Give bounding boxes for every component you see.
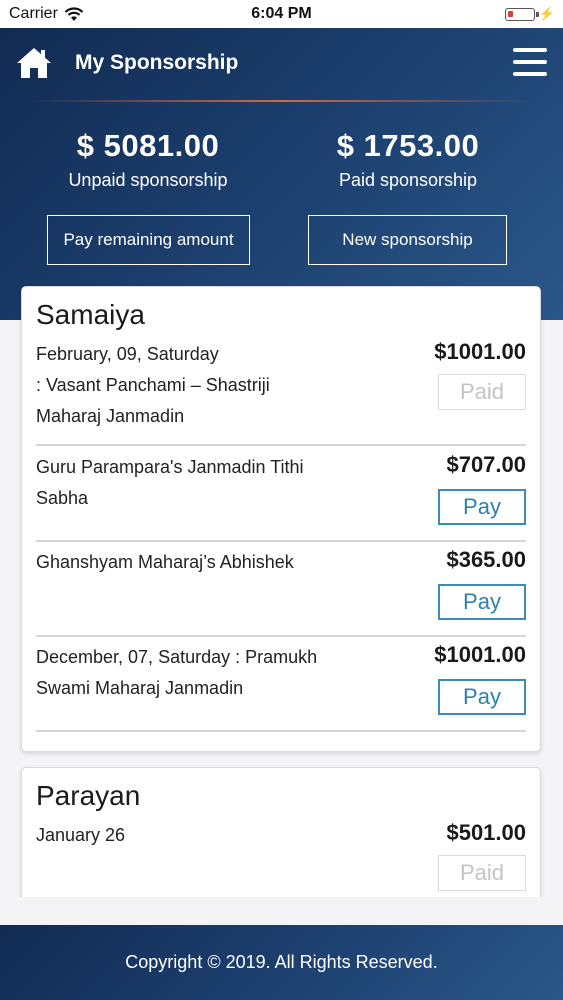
paid-button: Paid [438,374,526,410]
copyright-text: Copyright © 2019. All Rights Reserved. [125,952,438,972]
status-right: ⚡ [504,6,555,22]
item-description: Ghanshyam Maharaj’s Abhishek [36,547,346,578]
charging-icon: ⚡ [538,6,555,21]
item-description-text: February, 09, Saturday : Vasant Panchami… [36,344,270,426]
unpaid-summary: $ 5081.00 Unpaid sponsorship [18,128,278,191]
row-divider [36,444,526,446]
hamburger-menu-icon[interactable] [513,48,547,76]
item-description-text: December, 07, Saturday : Pramukh Swami M… [36,647,318,698]
item-description: February, 09, Saturday : Vasant Panchami… [36,339,346,432]
item-description: January 26 [36,820,346,851]
status-bar: Carrier 6:04 PM ⚡ [0,0,563,28]
list-item: Ghanshyam Maharaj’s Abhishek $365.00 Pay [36,547,526,627]
pay-button[interactable]: Pay [438,584,526,620]
paid-button: Paid [438,855,526,891]
paid-amount: $ 1753.00 [336,128,480,163]
row-divider [36,635,526,637]
item-description-text: Ghanshyam Maharaj’s Abhishek [36,552,294,572]
pay-button[interactable]: Pay [438,489,526,525]
nav-bar: My Sponsorship [0,28,563,100]
section-title: Parayan [36,780,141,811]
section-title: Samaiya [36,299,145,330]
section-card-samaiya: Samaiya February, 09, Saturday : Vasant … [21,286,541,752]
item-description-text: January 26 [36,825,126,845]
row-divider [36,540,526,542]
item-amount: $707.00 [446,452,526,477]
item-description-text: Guru Parampara's Janmadin Tithi Sabha [36,457,304,508]
item-amount: $1001.00 [434,339,526,364]
new-sponsorship-button[interactable]: New sponsorship [308,215,507,265]
list-item: Guru Parampara's Janmadin Tithi Sabha $7… [36,452,526,532]
paid-label: Paid sponsorship [338,170,478,190]
header-divider [30,100,533,102]
list-item: February, 09, Saturday : Vasant Panchami… [36,339,526,439]
pay-remaining-button[interactable]: Pay remaining amount [47,215,250,265]
footer: Copyright © 2019. All Rights Reserved. [0,925,563,1000]
status-time: 6:04 PM [251,5,312,22]
item-description: Guru Parampara's Janmadin Tithi Sabha [36,452,346,514]
content-bottom-area [0,897,563,925]
paid-summary: $ 1753.00 Paid sponsorship [278,128,538,191]
item-amount: $1001.00 [434,642,526,667]
battery-icon [504,7,539,21]
header-panel: My Sponsorship $ 5081.00 Unpaid sponsors… [0,28,563,320]
item-amount: $365.00 [446,547,526,572]
unpaid-amount: $ 5081.00 [76,128,220,163]
unpaid-label: Unpaid sponsorship [68,170,228,190]
row-divider [36,730,526,732]
item-description: December, 07, Saturday : Pramukh Swami M… [36,642,346,704]
pay-button[interactable]: Pay [438,679,526,715]
page-title: My Sponsorship [75,51,239,74]
home-icon[interactable] [16,46,52,80]
item-amount: $501.00 [446,820,526,845]
list-item: December, 07, Saturday : Pramukh Swami M… [36,642,526,722]
